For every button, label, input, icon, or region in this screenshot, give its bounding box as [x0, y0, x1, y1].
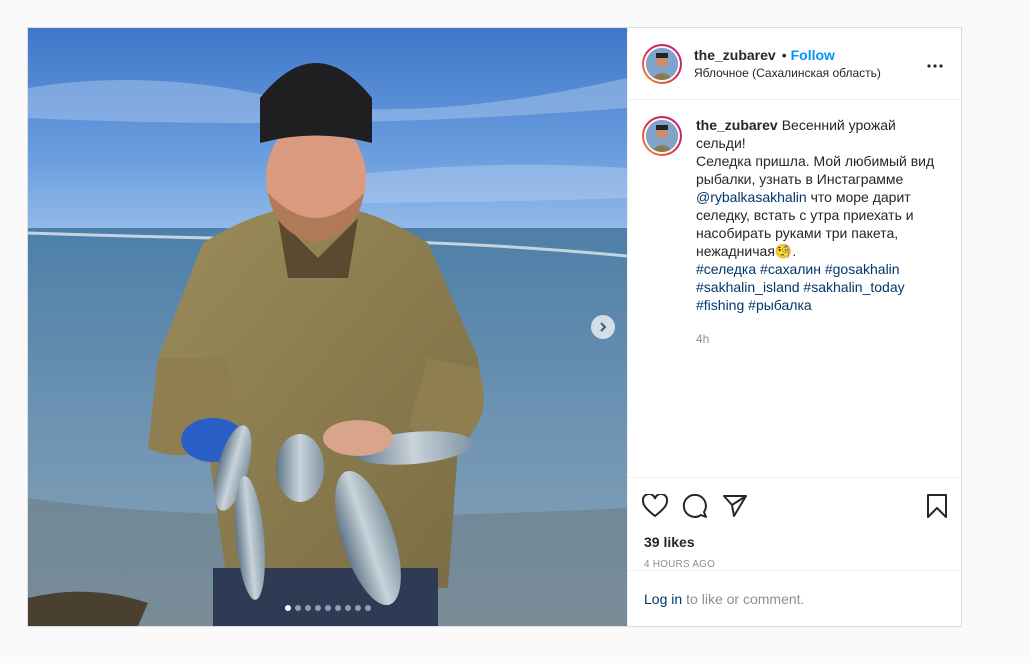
- carousel-dot: [364, 605, 371, 611]
- heart-icon[interactable]: [641, 492, 669, 523]
- hashtag-link[interactable]: #fishing: [696, 297, 744, 313]
- actions-panel: 39 likes 4 HOURS AGO: [628, 477, 962, 570]
- carousel-dot: [304, 605, 311, 611]
- carousel-dot: [314, 605, 321, 611]
- caption-avatar[interactable]: [642, 116, 682, 156]
- share-icon[interactable]: [722, 494, 748, 523]
- instagram-post: the_zubarev • Follow Яблочное (Сахалинск…: [27, 27, 962, 627]
- login-link[interactable]: Log in: [644, 591, 682, 607]
- chevron-right-icon: [597, 321, 609, 333]
- caption: the_zubarev Весенний урожай сельди! Селед…: [642, 116, 947, 348]
- bookmark-icon[interactable]: [926, 493, 948, 524]
- likes-count[interactable]: 39 likes: [628, 528, 962, 550]
- post-photo-image: [28, 28, 627, 626]
- hashtag-link[interactable]: #sakhalin_island: [696, 279, 800, 295]
- carousel-dot: [294, 605, 301, 611]
- caption-username[interactable]: the_zubarev: [696, 117, 778, 133]
- hashtag-link[interactable]: #gosakhalin: [825, 261, 900, 277]
- login-suffix: to like or comment.: [686, 590, 805, 607]
- carousel-dot: [284, 605, 291, 611]
- post-header: the_zubarev • Follow Яблочное (Сахалинск…: [628, 28, 961, 100]
- author-username[interactable]: the_zubarev: [694, 47, 776, 63]
- hashtag-link[interactable]: #селедка: [696, 261, 756, 277]
- post-photo[interactable]: [28, 28, 627, 626]
- post-location[interactable]: Яблочное (Сахалинская область): [694, 66, 881, 80]
- more-options-icon[interactable]: [923, 51, 947, 77]
- hashtag-link[interactable]: #сахалин: [760, 261, 821, 277]
- caption-timestamp[interactable]: 4h: [696, 330, 944, 348]
- mention-link[interactable]: @rybalkasakhalin: [696, 189, 807, 205]
- carousel-dot: [324, 605, 331, 611]
- hashtag-link[interactable]: #рыбалка: [748, 297, 812, 313]
- carousel-dot: [334, 605, 341, 611]
- comment-icon[interactable]: [682, 493, 708, 523]
- comments-area: the_zubarev Весенний урожай сельди! Селед…: [628, 100, 961, 477]
- avatar[interactable]: [642, 43, 682, 84]
- post-timestamp[interactable]: 4 HOURS AGO: [628, 550, 962, 570]
- separator-dot: •: [781, 47, 787, 63]
- carousel-next-button[interactable]: [591, 315, 615, 339]
- hashtag-link[interactable]: #sakhalin_today: [803, 279, 904, 295]
- post-sidebar: the_zubarev • Follow Яблочное (Сахалинск…: [627, 28, 962, 626]
- hashtag-list: #селедка #сахалин #gosakhalin #sakhalin_…: [696, 260, 944, 314]
- carousel-dot: [344, 605, 351, 611]
- carousel-indicator: [28, 605, 627, 611]
- login-prompt: Log in to like or comment.: [628, 570, 962, 626]
- follow-button[interactable]: Follow: [791, 47, 835, 63]
- carousel-dot: [354, 605, 361, 611]
